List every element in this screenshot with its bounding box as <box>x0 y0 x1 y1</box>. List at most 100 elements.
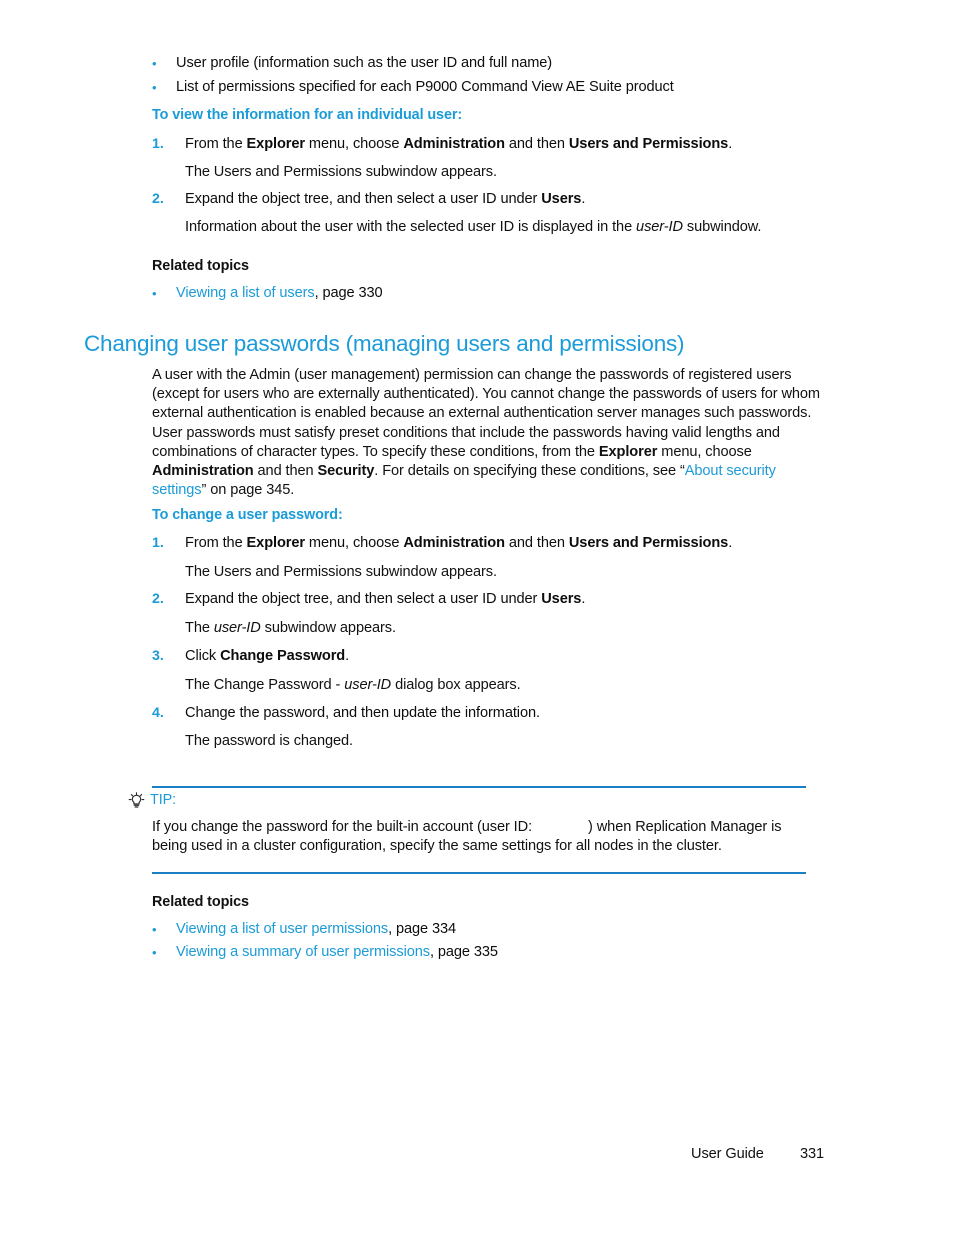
list-item: • List of permissions specified for each… <box>152 78 852 97</box>
bullet-icon: • <box>152 286 157 301</box>
step-number: 2. <box>152 591 164 607</box>
related-topic-link[interactable]: Viewing a summary of user permissions <box>176 944 430 960</box>
related-topic-page: , page 335 <box>429 944 498 960</box>
step-text: Click Change Password. <box>185 647 349 666</box>
procedure-step: 4. Change the password, and then update … <box>152 704 852 723</box>
list-item: • Viewing a list of users, page 330 <box>152 284 852 303</box>
list-item: • Viewing a list of user permissions, pa… <box>152 920 852 939</box>
menu-item-users-and-permissions: Users and Permissions <box>568 535 729 551</box>
step-result-text: Information about the user with the sele… <box>185 218 885 237</box>
menu-item-administration: Administration <box>152 463 254 480</box>
tip-body-text: If you change the password for the built… <box>152 818 812 856</box>
bullet-icon: • <box>152 80 157 95</box>
procedure-heading-change-password: To change a user password: <box>152 507 343 523</box>
step-number: 4. <box>152 705 164 721</box>
step-text-mid2: and then <box>504 136 569 152</box>
placeholder-user-id: user-ID <box>636 219 683 235</box>
step-result-post: dialog box appears. <box>391 677 521 693</box>
related-topic-entry: Viewing a list of user permissions, page… <box>176 920 456 939</box>
document-page: • User profile (information such as the … <box>0 0 954 1235</box>
step-number: 1. <box>152 535 164 551</box>
step-number: 1. <box>152 136 164 152</box>
bullet-icon: • <box>152 945 157 960</box>
step-number: 3. <box>152 648 164 664</box>
step-text-tail: . <box>345 648 350 664</box>
step-text-tail: . <box>728 136 733 152</box>
step-result-text: The password is changed. <box>185 733 353 749</box>
step-text-lead: Click <box>185 648 221 664</box>
step-text-tail: . <box>581 591 586 607</box>
footer-guide-label: User Guide <box>691 1146 764 1162</box>
section-paragraph: A user with the Admin (user management) … <box>152 366 825 500</box>
menu-item-administration: Administration <box>403 535 505 551</box>
menu-item-administration: Administration <box>403 136 505 152</box>
step-result-text: The user-ID subwindow appears. <box>185 619 885 638</box>
tip-label: TIP: <box>150 792 176 808</box>
procedure-step: 1. From the Explorer menu, choose Admini… <box>152 534 852 553</box>
procedure-step: 2. Expand the object tree, and then sele… <box>152 590 852 609</box>
tree-node-users: Users <box>541 191 582 207</box>
step-text-lead: Expand the object tree, and then select … <box>185 191 542 207</box>
procedure-heading-view-user: To view the information for an individua… <box>152 107 463 123</box>
step-text-tail: . <box>581 191 586 207</box>
related-topic-page: , page 334 <box>388 921 457 937</box>
step-text: From the Explorer menu, choose Administr… <box>185 135 732 154</box>
list-item: • Viewing a summary of user permissions,… <box>152 943 852 962</box>
placeholder-user-id: user-ID <box>344 677 392 693</box>
step-text-lead: Expand the object tree, and then select … <box>185 591 542 607</box>
step-text: Change the password, and then update the… <box>185 705 540 721</box>
menu-item-security: Security <box>317 463 375 480</box>
procedure-step: 2. Expand the object tree, and then sele… <box>152 190 852 209</box>
related-topics-heading: Related topics <box>152 258 249 274</box>
step-text: From the Explorer menu, choose Administr… <box>185 534 732 553</box>
bullet-icon: • <box>152 56 157 71</box>
menu-name-explorer: Explorer <box>598 443 658 460</box>
step-result-post: subwindow. <box>682 219 762 235</box>
step-result-pre: The Change Password - <box>185 677 345 693</box>
step-text-mid2: and then <box>504 535 569 551</box>
related-topic-entry: Viewing a list of users, page 330 <box>176 284 383 303</box>
step-result-post: subwindow appears. <box>260 620 396 636</box>
procedure-step: 3. Click Change Password. <box>152 647 852 666</box>
step-result-text: The Users and Permissions subwindow appe… <box>185 564 497 580</box>
change-password-button-name: Change Password <box>220 648 346 664</box>
list-item: • User profile (information such as the … <box>152 54 852 73</box>
step-text-mid1: menu, choose <box>304 136 404 152</box>
tip-header: TIP: <box>128 791 176 809</box>
step-text: Expand the object tree, and then select … <box>185 190 585 209</box>
related-topic-page: , page 330 <box>314 285 383 301</box>
footer-page-number: 331 <box>800 1146 825 1162</box>
related-topics-heading: Related topics <box>152 894 249 910</box>
step-text: Expand the object tree, and then select … <box>185 590 585 609</box>
menu-name-explorer: Explorer <box>246 535 306 551</box>
paragraph-part-3: and then <box>253 463 318 480</box>
paragraph-part-2: menu, choose <box>657 443 752 460</box>
step-text-lead: From the <box>185 136 247 152</box>
step-number: 2. <box>152 191 164 207</box>
list-item-text: User profile (information such as the us… <box>176 55 553 71</box>
tip-text-before-blank: If you change the password for the built… <box>152 819 533 835</box>
tree-node-users: Users <box>541 591 582 607</box>
page-title: Changing user passwords (managing users … <box>84 331 685 356</box>
step-text-lead: From the <box>185 535 247 551</box>
bullet-icon: • <box>152 922 157 937</box>
step-result-text: The Change Password - user-ID dialog box… <box>185 676 885 695</box>
menu-item-users-and-permissions: Users and Permissions <box>568 136 729 152</box>
paragraph-part-5: ” on page 345. <box>201 482 295 499</box>
procedure-step: 1. From the Explorer menu, choose Admini… <box>152 135 852 154</box>
related-topic-entry: Viewing a summary of user permissions, p… <box>176 943 498 962</box>
step-result-text: The Users and Permissions subwindow appe… <box>185 164 497 180</box>
step-result-pre: Information about the user with the sele… <box>185 219 637 235</box>
related-topic-link[interactable]: Viewing a list of user permissions <box>176 921 388 937</box>
step-result-pre: The <box>185 620 214 636</box>
menu-name-explorer: Explorer <box>246 136 306 152</box>
placeholder-user-id: user-ID <box>213 620 261 636</box>
step-text-tail: . <box>728 535 733 551</box>
lightbulb-icon <box>128 791 145 809</box>
step-text-mid1: menu, choose <box>304 535 404 551</box>
list-item-text: List of permissions specified for each P… <box>176 79 674 95</box>
paragraph-part-4: . For details on specifying these condit… <box>374 463 685 480</box>
related-topic-link[interactable]: Viewing a list of users <box>176 285 315 301</box>
tip-top-rule <box>152 786 806 788</box>
tip-bottom-rule <box>152 872 806 874</box>
